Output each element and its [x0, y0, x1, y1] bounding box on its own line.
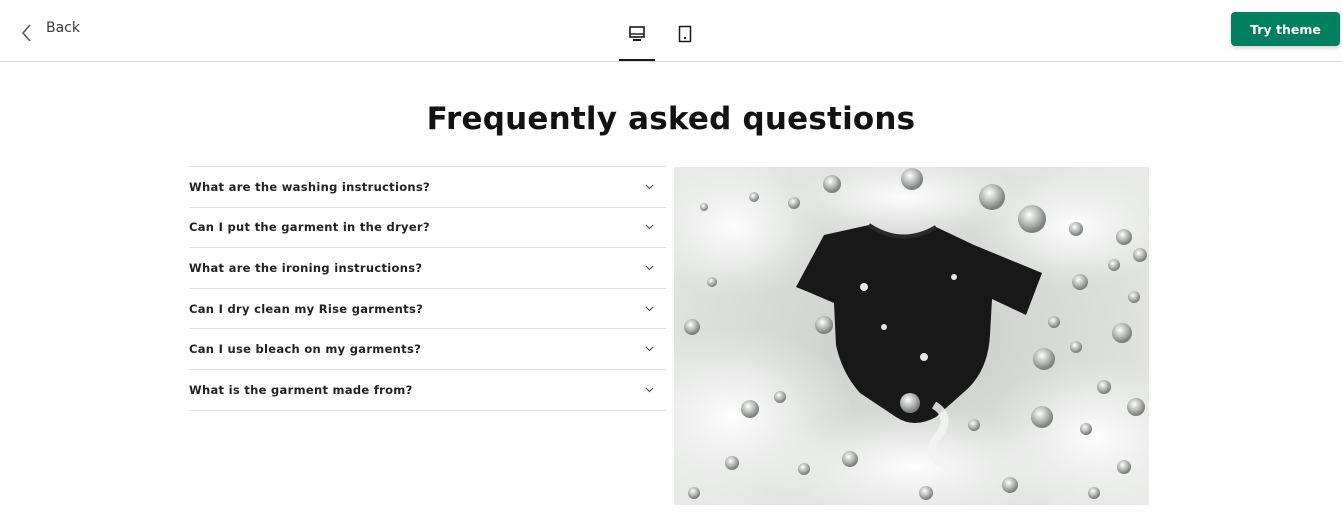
- faq-item[interactable]: Can I put the garment in the dryer?: [189, 208, 666, 249]
- faq-item[interactable]: What are the washing instructions?: [189, 167, 666, 208]
- faq-image: [674, 167, 1149, 505]
- view-switcher: [619, 18, 703, 61]
- faq-item[interactable]: Can I dry clean my Rise garments?: [189, 289, 666, 330]
- faq-question: Can I dry clean my Rise garments?: [189, 301, 424, 316]
- try-theme-button[interactable]: Try theme: [1231, 12, 1340, 46]
- faq-question: What are the ironing instructions?: [189, 260, 423, 275]
- chevron-down-icon: [645, 224, 654, 230]
- chevron-down-icon: [645, 387, 654, 393]
- back-button[interactable]: Back: [20, 18, 80, 46]
- faq-question: What are the washing instructions?: [189, 179, 431, 194]
- chevron-down-icon: [645, 346, 654, 352]
- desktop-view-button[interactable]: [619, 18, 655, 61]
- faq-question: Can I use bleach on my garments?: [189, 342, 422, 357]
- back-label: Back: [46, 20, 80, 36]
- faq-question: Can I put the garment in the dryer?: [189, 220, 430, 235]
- chevron-down-icon: [645, 184, 654, 190]
- mobile-view-button[interactable]: [667, 18, 703, 61]
- mobile-icon: [678, 25, 692, 43]
- top-bar: Back Try theme: [0, 0, 1342, 62]
- faq-item[interactable]: What are the ironing instructions?: [189, 248, 666, 289]
- chevron-left-icon: [21, 24, 31, 41]
- chevron-down-icon: [645, 265, 654, 271]
- desktop-icon: [629, 26, 645, 41]
- faq-question: What is the garment made from?: [189, 382, 413, 397]
- page-title: Frequently asked questions: [426, 101, 916, 137]
- chevron-down-icon: [645, 306, 654, 311]
- faq-item[interactable]: Can I use bleach on my garments?: [189, 329, 666, 370]
- tshirt-in-suds-image: [674, 167, 1149, 505]
- faq-item[interactable]: What is the garment made from?: [189, 370, 666, 411]
- faq-accordion: What are the washing instructions? Can I…: [189, 166, 666, 411]
